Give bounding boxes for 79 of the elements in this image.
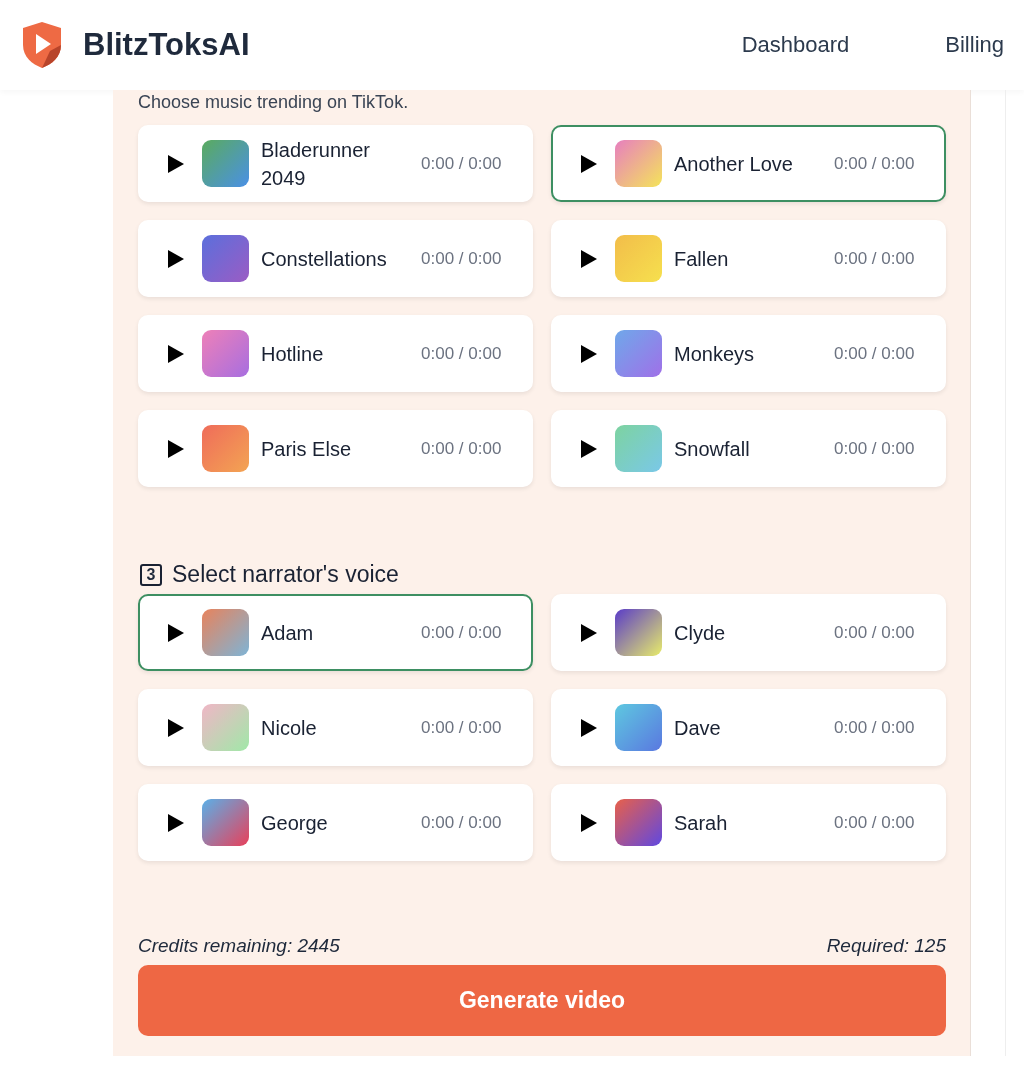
voice-card[interactable]: Dave 0:00 / 0:00 bbox=[551, 689, 946, 766]
cover-thumbnail bbox=[202, 704, 249, 751]
voice-name: Sarah bbox=[674, 810, 729, 836]
play-icon[interactable] bbox=[581, 249, 597, 268]
step-number: 3 bbox=[140, 563, 162, 586]
cover-thumbnail bbox=[202, 140, 249, 187]
music-track-card[interactable]: Fallen 0:00 / 0:00 bbox=[551, 220, 946, 297]
cover-thumbnail bbox=[615, 425, 662, 472]
track-time: 0:00 / 0:00 bbox=[421, 343, 503, 364]
cover-thumbnail bbox=[615, 799, 662, 846]
music-track-card[interactable]: Another Love 0:00 / 0:00 bbox=[551, 125, 946, 202]
track-name: Snowfall bbox=[674, 436, 751, 462]
track-name: Bladerunner 2049 bbox=[261, 137, 371, 191]
music-hint: Choose music trending on TikTok. bbox=[138, 92, 410, 113]
track-time: 0:00 / 0:00 bbox=[834, 343, 916, 364]
play-icon[interactable] bbox=[581, 344, 597, 363]
voice-time: 0:00 / 0:00 bbox=[421, 812, 503, 833]
music-track-card[interactable]: Monkeys 0:00 / 0:00 bbox=[551, 315, 946, 392]
track-time: 0:00 / 0:00 bbox=[834, 248, 916, 269]
credits-required: Required: 125 bbox=[826, 935, 946, 957]
voice-name: Nicole bbox=[261, 715, 318, 741]
play-icon[interactable] bbox=[168, 344, 184, 363]
track-time: 0:00 / 0:00 bbox=[834, 153, 916, 174]
music-track-card[interactable]: Hotline 0:00 / 0:00 bbox=[138, 315, 533, 392]
track-name: Another Love bbox=[674, 151, 794, 177]
track-time: 0:00 / 0:00 bbox=[421, 153, 503, 174]
voice-name: George bbox=[261, 810, 329, 836]
track-name: Monkeys bbox=[674, 341, 756, 367]
cover-thumbnail bbox=[615, 704, 662, 751]
play-icon[interactable] bbox=[168, 154, 184, 173]
music-track-card[interactable]: Bladerunner 2049 0:00 / 0:00 bbox=[138, 125, 533, 202]
voice-time: 0:00 / 0:00 bbox=[834, 812, 916, 833]
play-icon[interactable] bbox=[581, 154, 597, 173]
voice-card[interactable]: Nicole 0:00 / 0:00 bbox=[138, 689, 533, 766]
cover-thumbnail bbox=[615, 330, 662, 377]
voice-time: 0:00 / 0:00 bbox=[834, 717, 916, 738]
play-icon[interactable] bbox=[581, 813, 597, 832]
voice-card[interactable]: George 0:00 / 0:00 bbox=[138, 784, 533, 861]
track-name: Paris Else bbox=[261, 436, 353, 462]
nav-link[interactable]: Billing bbox=[945, 32, 1004, 58]
play-icon[interactable] bbox=[581, 718, 597, 737]
cover-thumbnail bbox=[202, 235, 249, 282]
voice-name: Adam bbox=[261, 620, 315, 646]
play-icon[interactable] bbox=[581, 623, 597, 642]
cover-thumbnail bbox=[202, 799, 249, 846]
cover-thumbnail bbox=[202, 425, 249, 472]
play-icon[interactable] bbox=[168, 249, 184, 268]
cover-thumbnail bbox=[615, 140, 662, 187]
track-time: 0:00 / 0:00 bbox=[834, 438, 916, 459]
voice-name: Clyde bbox=[674, 620, 727, 646]
voice-card[interactable]: Adam 0:00 / 0:00 bbox=[138, 594, 533, 671]
voice-time: 0:00 / 0:00 bbox=[421, 622, 503, 643]
section-title: Select narrator's voice bbox=[172, 561, 399, 588]
music-track-card[interactable]: Paris Else 0:00 / 0:00 bbox=[138, 410, 533, 487]
cover-thumbnail bbox=[615, 235, 662, 282]
nav-link[interactable]: Dashboard bbox=[741, 32, 850, 58]
play-icon[interactable] bbox=[168, 813, 184, 832]
cover-thumbnail bbox=[202, 609, 249, 656]
voice-time: 0:00 / 0:00 bbox=[421, 717, 503, 738]
track-time: 0:00 / 0:00 bbox=[421, 438, 503, 459]
play-icon[interactable] bbox=[168, 623, 184, 642]
cover-thumbnail bbox=[202, 330, 249, 377]
cover-thumbnail bbox=[615, 609, 662, 656]
track-name: Constellations bbox=[261, 246, 388, 272]
play-icon[interactable] bbox=[168, 439, 184, 458]
play-icon[interactable] bbox=[168, 718, 184, 737]
voice-card[interactable]: Clyde 0:00 / 0:00 bbox=[551, 594, 946, 671]
voice-card[interactable]: Sarah 0:00 / 0:00 bbox=[551, 784, 946, 861]
logo-icon bbox=[22, 21, 62, 69]
voice-time: 0:00 / 0:00 bbox=[834, 622, 916, 643]
music-track-card[interactable]: Constellations 0:00 / 0:00 bbox=[138, 220, 533, 297]
track-name: Hotline bbox=[261, 341, 325, 367]
track-name: Fallen bbox=[674, 246, 730, 272]
voice-name: Dave bbox=[674, 715, 722, 741]
track-time: 0:00 / 0:00 bbox=[421, 248, 503, 269]
brand-name: BlitzToksAI bbox=[83, 27, 250, 63]
play-icon[interactable] bbox=[581, 439, 597, 458]
credits-remaining: Credits remaining: 2445 bbox=[138, 935, 340, 957]
music-track-card[interactable]: Snowfall 0:00 / 0:00 bbox=[551, 410, 946, 487]
